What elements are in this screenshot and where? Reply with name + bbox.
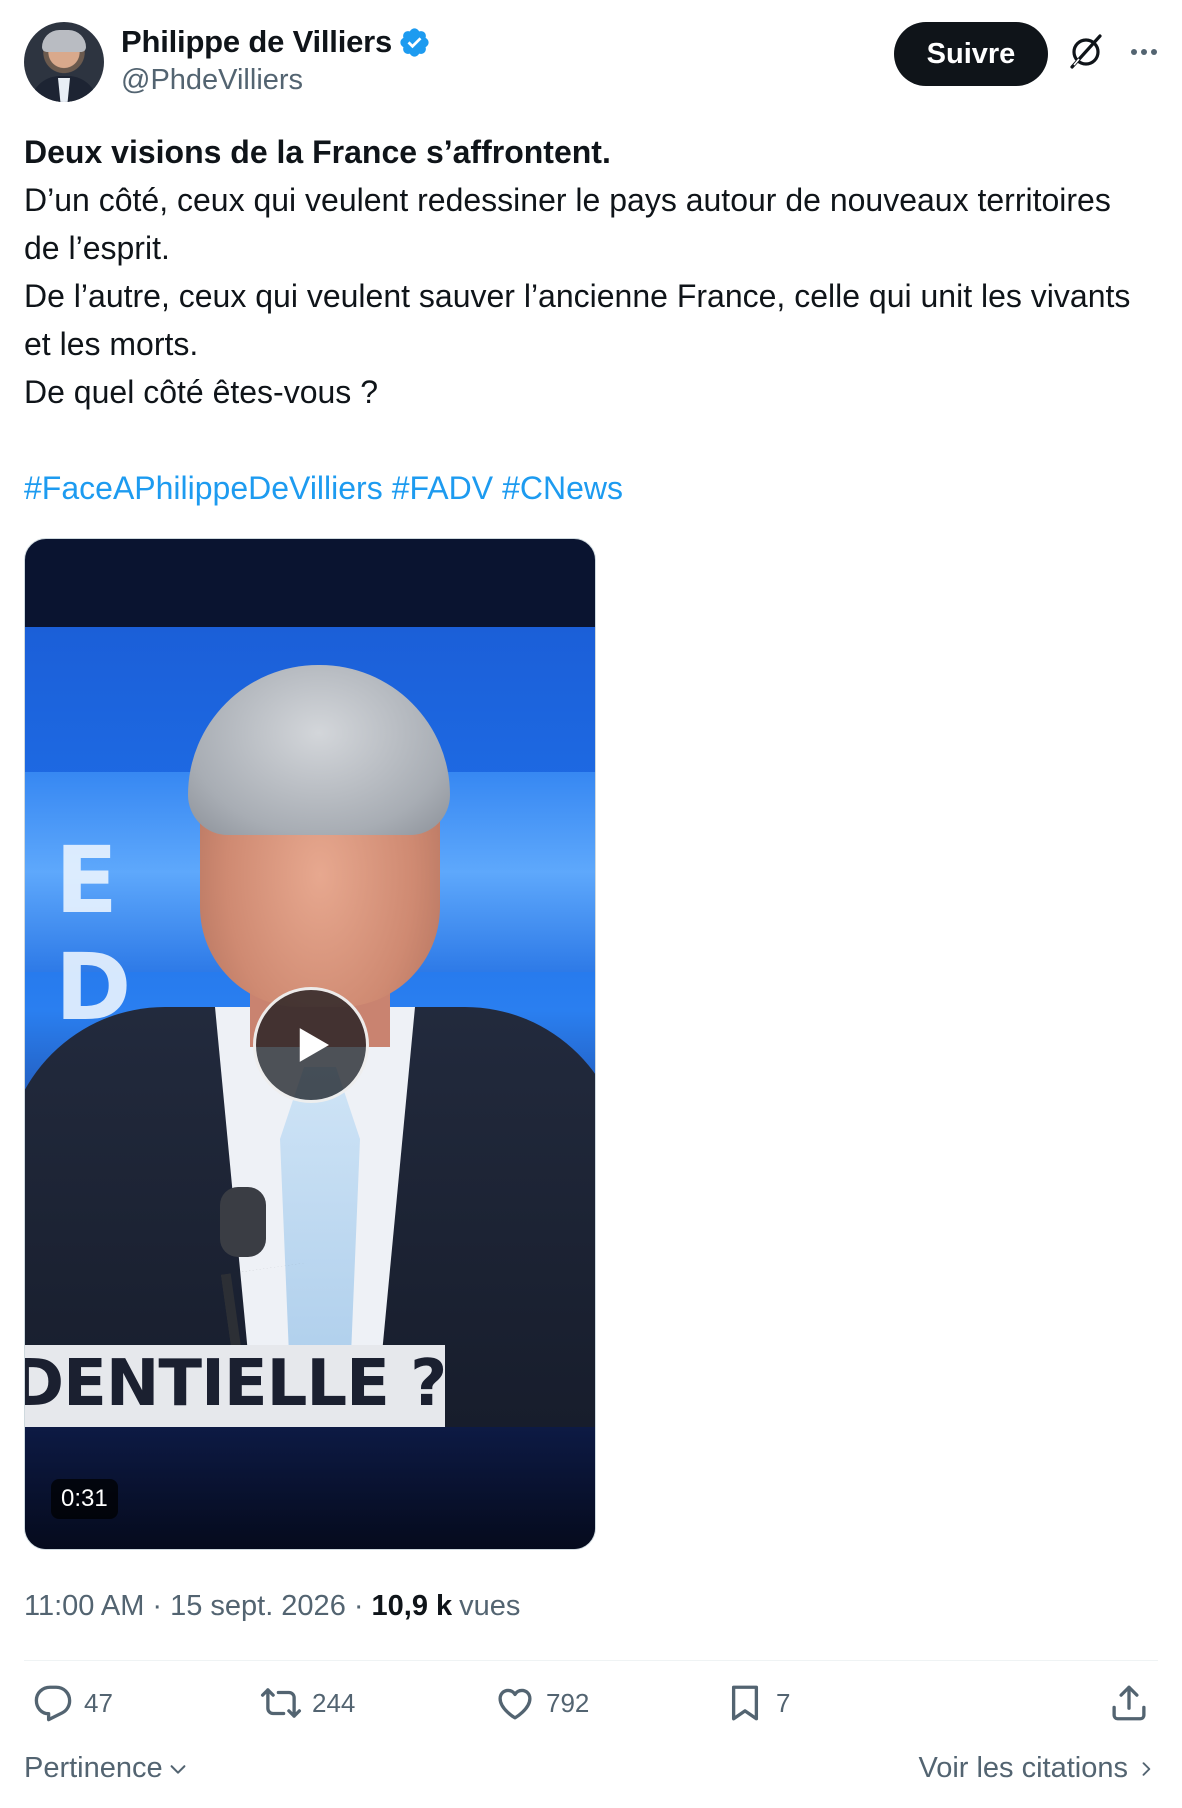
repost-icon <box>260 1688 302 1718</box>
hashtags: #FaceAPhilippeDeVilliers #FADV #CNews <box>24 464 632 512</box>
author-name-row[interactable]: Philippe de Villiers <box>121 24 431 60</box>
author-name[interactable]: Philippe de Villiers <box>121 24 392 60</box>
sort-dropdown[interactable]: Pertinence <box>24 1752 189 1785</box>
hashtag-link[interactable]: #CNews <box>502 470 623 506</box>
chevron-down-icon <box>170 1764 186 1774</box>
author-handle[interactable]: @PhdeVilliers <box>121 64 303 97</box>
tweet-line: D’un côté, ceux qui veulent redessiner l… <box>24 182 1111 266</box>
video-duration: 0:31 <box>51 1479 118 1519</box>
heart-icon <box>498 1688 532 1720</box>
chevron-right-icon <box>1142 1761 1151 1776</box>
view-quotes-link[interactable]: Voir les citations <box>918 1752 1156 1785</box>
tweet-headline: Deux visions de la France s’affrontent. <box>24 134 611 170</box>
verified-badge-icon <box>400 27 429 57</box>
video-player[interactable]: E D DENTIELLE ? 0:31 <box>24 538 596 1550</box>
grok-icon[interactable] <box>1066 32 1106 72</box>
play-button[interactable] <box>253 987 369 1103</box>
sort-label: Pertinence <box>24 1752 163 1784</box>
video-caption: DENTIELLE ? <box>25 1347 447 1421</box>
bookmark-button[interactable]: 7 <box>724 1682 790 1724</box>
play-icon <box>299 1028 329 1062</box>
views-count: 10,9 k <box>371 1590 453 1622</box>
replies-toolbar: Pertinence Voir les citations <box>24 1752 1158 1792</box>
bookmark-count: 7 <box>776 1687 791 1718</box>
avatar[interactable] <box>24 22 104 102</box>
hashtag-link[interactable]: #FADV <box>392 470 493 506</box>
more-icon[interactable] <box>1124 32 1164 72</box>
share-button[interactable] <box>1108 1682 1150 1724</box>
repost-count: 244 <box>312 1687 356 1718</box>
divider <box>24 1660 1158 1661</box>
share-icon <box>1112 1685 1146 1721</box>
tweet-time[interactable]: 11:00 AM <box>24 1590 144 1623</box>
tweet-line: De quel côté êtes-vous ? <box>24 374 378 410</box>
quotes-label: Voir les citations <box>918 1752 1128 1784</box>
hashtag-link[interactable]: #FaceAPhilippeDeVilliers <box>24 470 383 506</box>
reply-count: 47 <box>84 1687 113 1718</box>
reply-button[interactable]: 47 <box>32 1682 113 1724</box>
tweet-text: Deux visions de la France s’affrontent. … <box>24 128 1154 416</box>
tweet-line: De l’autre, ceux qui veulent sauver l’an… <box>24 278 1131 362</box>
like-button[interactable]: 792 <box>494 1682 589 1724</box>
repost-button[interactable]: 244 <box>260 1682 355 1724</box>
tweet-date[interactable]: 15 sept. 2026 <box>170 1590 346 1623</box>
follow-button[interactable]: Suivre <box>894 22 1048 86</box>
tweet-header: Philippe de Villiers @PhdeVilliers Suivr… <box>24 20 1158 104</box>
views-label: vues <box>459 1590 521 1622</box>
reply-icon <box>34 1685 72 1722</box>
like-count: 792 <box>546 1687 590 1718</box>
action-bar: 47 244 792 7 <box>24 1682 1158 1738</box>
tweet-meta: 11:00 AM · 15 sept. 2026 · 10,9 k vues <box>24 1590 521 1623</box>
bookmark-icon <box>731 1685 759 1721</box>
